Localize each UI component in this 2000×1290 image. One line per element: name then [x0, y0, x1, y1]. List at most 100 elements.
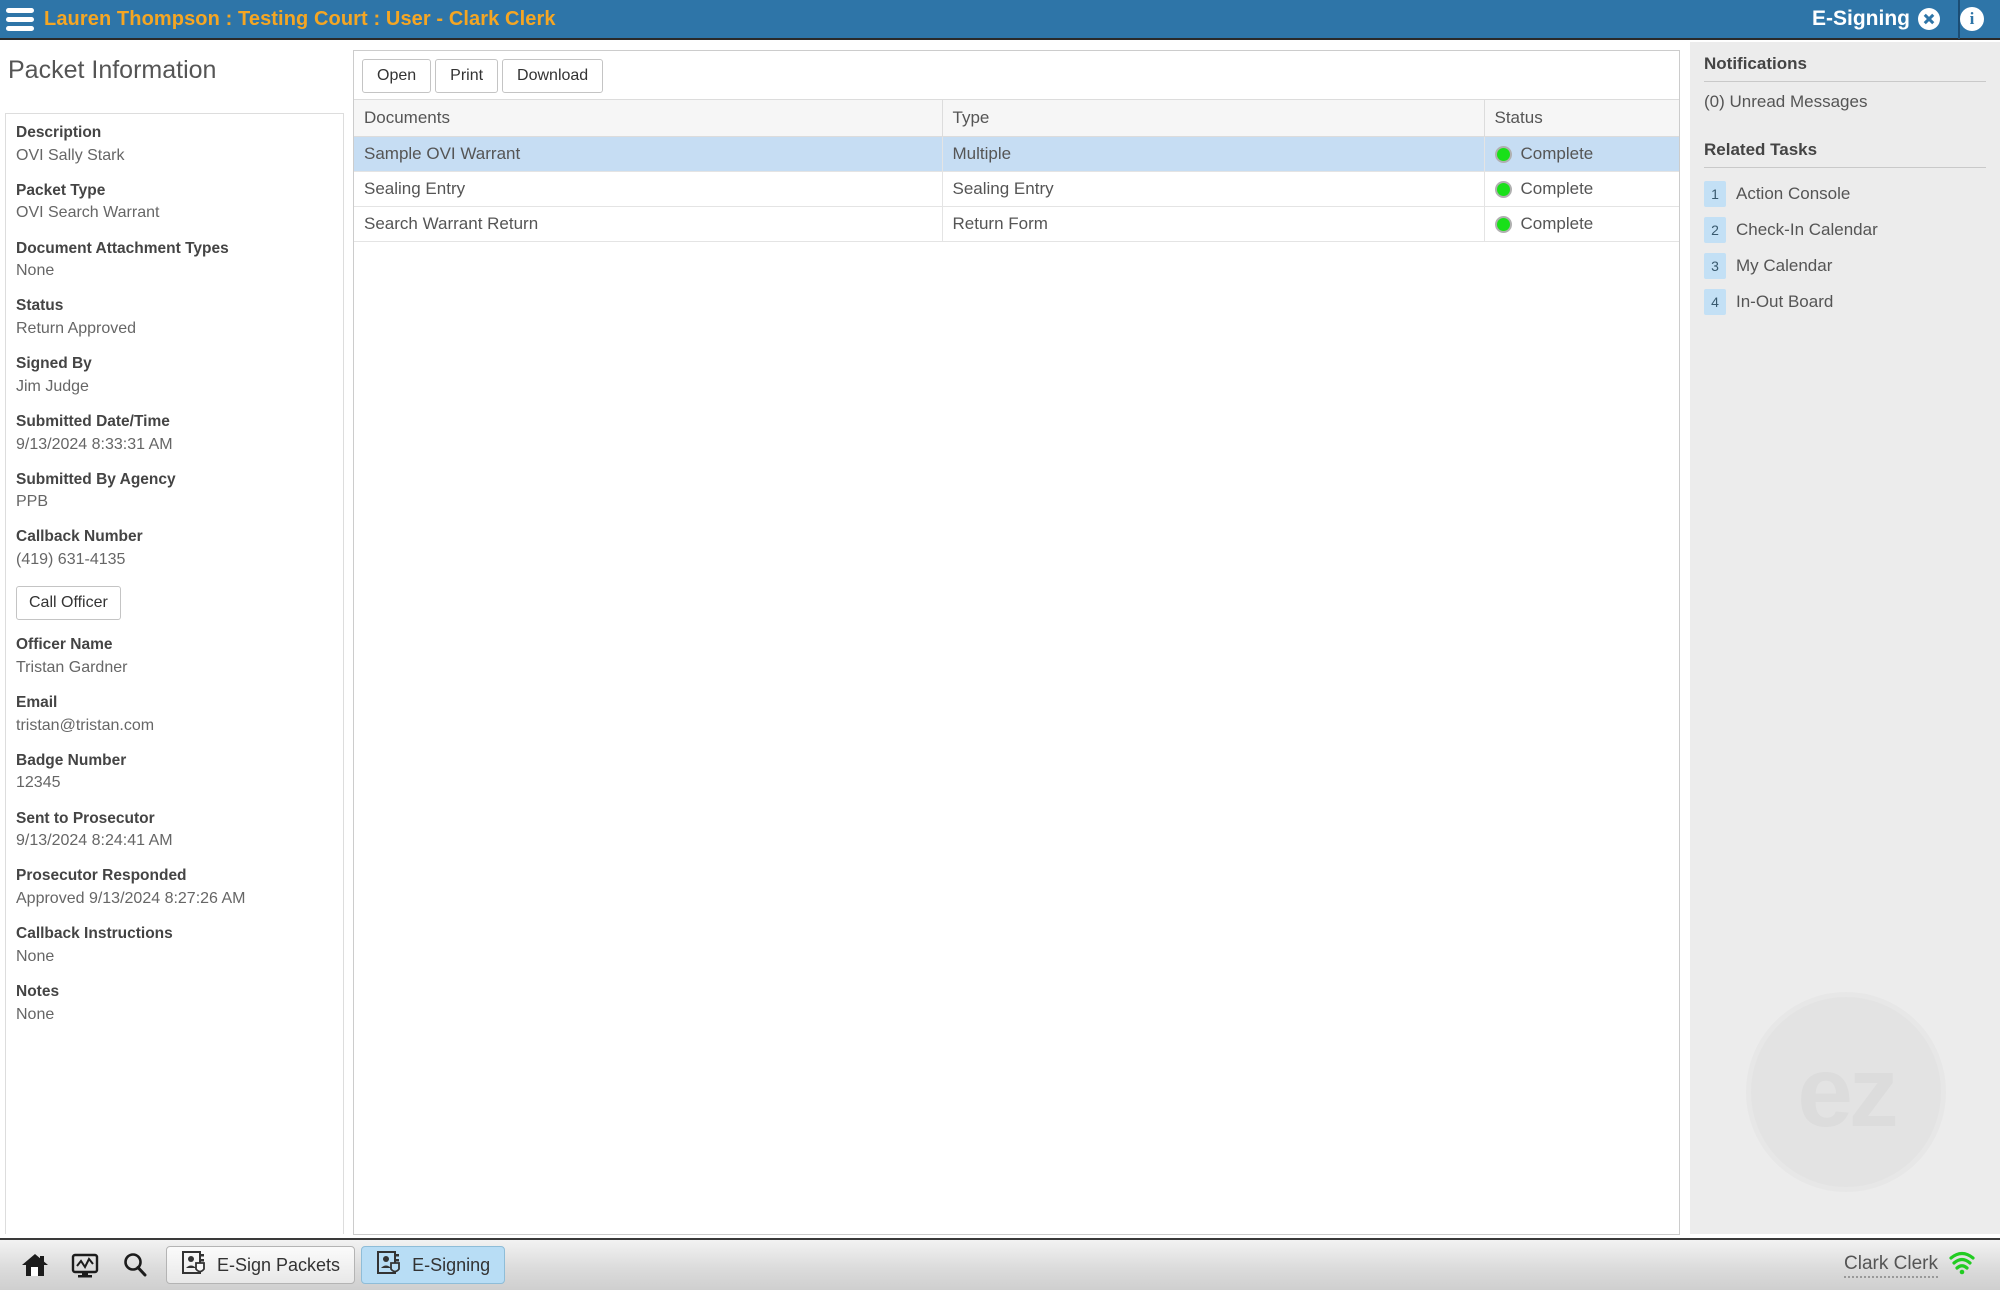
field-value: Tristan Gardner [16, 658, 128, 676]
status-label: Complete [1520, 214, 1594, 233]
field-label: Callback Instructions [16, 925, 173, 943]
status-badge: Complete [1494, 214, 1670, 234]
field-packet-type: Packet Type OVI Search Warrant [6, 182, 343, 223]
hamburger-menu-icon[interactable] [6, 5, 36, 33]
taskbar-button-e-sign-packets[interactable]: E-Sign Packets [166, 1246, 356, 1284]
related-tasks-heading: Related Tasks [1704, 140, 1818, 159]
field-submitted-by-agency: Submitted By Agency PPB [6, 471, 343, 512]
close-icon[interactable] [1918, 8, 1940, 30]
field-value: OVI Search Warrant [16, 204, 160, 222]
sidebar-item-label: Action Console [1736, 184, 1851, 203]
hamburger-bar [6, 16, 34, 22]
status-badge: Complete [1494, 144, 1670, 164]
field-notes: Notes None [6, 983, 343, 1024]
field-label: Document Attachment Types [16, 239, 229, 257]
user-area: Clark Clerk [1844, 1251, 1976, 1280]
documents-table: Documents Type Status Sample OVI Warrant… [354, 99, 1679, 242]
task-number-badge: 1 [1704, 181, 1726, 207]
table-row[interactable]: Search Warrant Return Return Form Comple… [354, 206, 1679, 242]
packet-info-box: Description OVI Sally Stark Packet Type … [5, 113, 344, 1234]
field-label: Status [16, 297, 64, 315]
field-label: Signed By [16, 355, 92, 373]
cell-status: Complete [1483, 171, 1679, 207]
taskbar-button-e-signing[interactable]: E-Signing [361, 1246, 506, 1284]
task-number-badge: 2 [1704, 217, 1726, 243]
hamburger-bar [6, 7, 34, 13]
hamburger-bar [6, 25, 34, 31]
field-document-attachment-types: Document Attachment Types None [6, 240, 343, 281]
field-callback-instructions: Callback Instructions None [6, 925, 343, 966]
field-sent-to-prosecutor: Sent to Prosecutor 9/13/2024 8:24:41 AM [6, 810, 343, 851]
field-value: OVI Sally Stark [16, 146, 125, 164]
cell-type: Sealing Entry [941, 171, 1484, 207]
table-row[interactable]: Sample OVI Warrant Multiple Complete [354, 136, 1679, 172]
field-callback-number: Callback Number (419) 631-4135 [6, 528, 343, 569]
open-button[interactable]: Open [362, 59, 432, 93]
cell-document: Sealing Entry [354, 171, 942, 207]
table-body: Sample OVI Warrant Multiple Complete Sea… [354, 136, 1679, 242]
right-sidebar: ez Notifications (0) Unread Messages Rel… [1690, 42, 2000, 1234]
field-value: Approved 9/13/2024 8:27:26 AM [16, 889, 246, 907]
download-button[interactable]: Download [502, 59, 604, 93]
field-signed-by: Signed By Jim Judge [6, 355, 343, 396]
column-header-type[interactable]: Type [941, 99, 1484, 137]
dashboard-icon[interactable] [70, 1251, 100, 1279]
field-value: None [16, 262, 55, 280]
field-value: Jim Judge [16, 377, 89, 395]
contact-shield-icon [376, 1250, 402, 1281]
field-value: PPB [16, 493, 49, 511]
tab-e-signing[interactable]: E-Signing [1812, 7, 1940, 31]
sidebar-item-action-console[interactable]: 1 Action Console [1690, 176, 2000, 212]
field-label: Prosecutor Responded [16, 867, 187, 885]
field-officer-name: Officer Name Tristan Gardner [6, 636, 343, 677]
breadcrumb: Lauren Thompson : Testing Court : User -… [44, 7, 556, 30]
field-label: Packet Type [16, 181, 106, 199]
field-value: (419) 631-4135 [16, 551, 126, 569]
user-name[interactable]: Clark Clerk [1844, 1253, 1938, 1278]
field-description: Description OVI Sally Stark [6, 124, 343, 165]
field-submitted-date-time: Submitted Date/Time 9/13/2024 8:33:31 AM [6, 413, 343, 454]
sidebar-item-label: Check-In Calendar [1736, 220, 1878, 239]
field-value: Return Approved [16, 319, 137, 337]
sidebar-item-in-out-board[interactable]: 4 In-Out Board [1690, 284, 2000, 320]
field-prosecutor-responded: Prosecutor Responded Approved 9/13/2024 … [6, 867, 343, 908]
column-header-status[interactable]: Status [1483, 99, 1679, 137]
field-label: Sent to Prosecutor [16, 809, 155, 827]
field-status: Status Return Approved [6, 297, 343, 338]
related-tasks-section: Related Tasks 1 Action Console 2 Check-I… [1690, 128, 2000, 320]
taskbar-button-label: E-Sign Packets [217, 1254, 341, 1275]
sidebar-item-my-calendar[interactable]: 3 My Calendar [1690, 248, 2000, 284]
contact-shield-icon [181, 1250, 207, 1281]
column-header-documents[interactable]: Documents [354, 99, 942, 137]
field-value: None [16, 1005, 55, 1023]
field-label: Submitted Date/Time [16, 412, 170, 430]
call-officer-button[interactable]: Call Officer [16, 586, 121, 621]
cell-document: Search Warrant Return [354, 206, 942, 242]
status-dot-icon [1494, 215, 1512, 233]
page-title: Packet Information [8, 56, 217, 84]
table-header: Documents Type Status [354, 99, 1679, 137]
table-row[interactable]: Sealing Entry Sealing Entry Complete [354, 171, 1679, 207]
status-label: Complete [1520, 179, 1594, 198]
sidebar-item-label: In-Out Board [1736, 292, 1834, 311]
info-icon[interactable]: i [1960, 7, 1984, 31]
print-button[interactable]: Print [435, 59, 499, 93]
status-label: Complete [1520, 144, 1594, 163]
task-number-badge: 4 [1704, 289, 1726, 315]
notifications-heading: Notifications [1704, 54, 1807, 73]
field-label: Badge Number [16, 751, 127, 769]
field-label: Description [16, 124, 102, 141]
field-label: Email [16, 694, 58, 712]
field-label: Submitted By Agency [16, 470, 176, 488]
cell-status: Complete [1483, 206, 1679, 242]
sidebar-item-check-in-calendar[interactable]: 2 Check-In Calendar [1690, 212, 2000, 248]
wifi-icon [1948, 1251, 1976, 1280]
field-value: 12345 [16, 774, 61, 792]
field-email: Email tristan@tristan.com [6, 694, 343, 735]
field-label: Callback Number [16, 528, 143, 546]
search-icon[interactable] [120, 1251, 150, 1279]
tab-e-signing-label: E-Signing [1812, 7, 1910, 30]
unread-messages-text[interactable]: (0) Unread Messages [1690, 82, 2000, 112]
table-header-row: Documents Type Status [354, 99, 1679, 137]
home-icon[interactable] [20, 1251, 50, 1279]
